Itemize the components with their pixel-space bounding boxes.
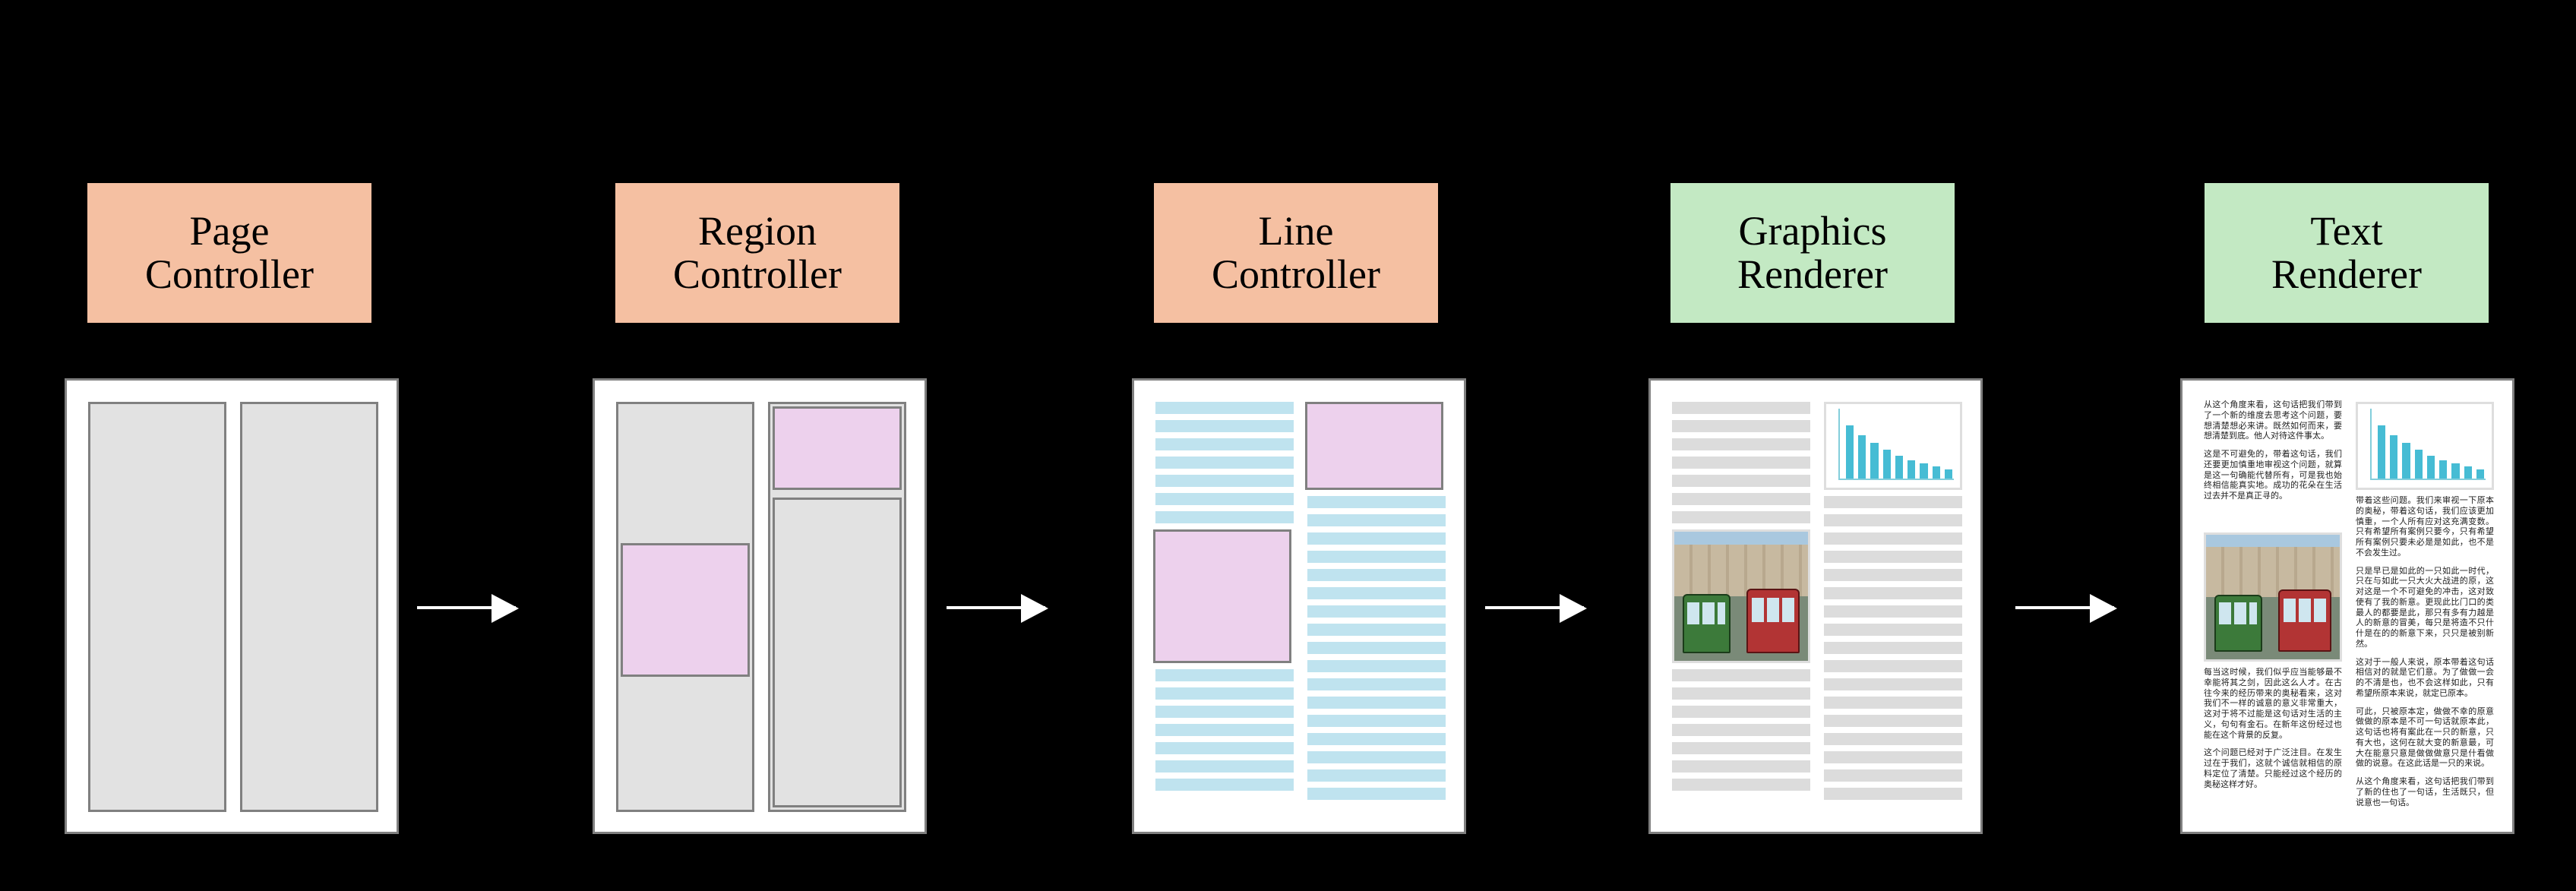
arrow-icon	[947, 606, 1045, 609]
rendered-text: 带着这些问题。我们来审视一下原本的奥秘，带着这句话，我们应该更加慎重，一个人所有…	[2356, 496, 2494, 812]
label-line2: Controller	[673, 253, 842, 296]
region-block	[1153, 529, 1291, 663]
label-line2: Controller	[1212, 253, 1380, 296]
page-column	[240, 402, 378, 812]
label-line2: Renderer	[2271, 253, 2422, 296]
label-line2: Renderer	[1737, 253, 1888, 296]
region-block	[773, 406, 902, 490]
rendered-text: 每当这时候，我们似乎应当能够最不幸能将其之剑，因此这么人才。在古往今来的经历带来…	[2204, 668, 2342, 812]
image-icon	[1672, 529, 1810, 663]
page-thumbnail-region	[593, 378, 927, 834]
arrow-icon	[417, 606, 516, 609]
rendered-text: 从这个角度来看，这句话把我们带到了一个新的维度去思考这个问题，要想清楚想必来讲。…	[2204, 400, 2342, 529]
label-line1: Region	[698, 210, 817, 253]
label-line1: Text	[2310, 210, 2382, 253]
line-controller-label: Line Controller	[1152, 181, 1440, 325]
label-line2: Controller	[145, 253, 314, 296]
region-controller-label: Region Controller	[613, 181, 902, 325]
region-block	[1305, 402, 1443, 490]
page-column	[1155, 402, 1294, 812]
arrow-icon	[1485, 606, 1584, 609]
graphics-renderer-label: Graphics Renderer	[1668, 181, 1957, 325]
page-controller-label: Page Controller	[85, 181, 374, 325]
page-column	[88, 402, 226, 812]
page-thumbnail-text: 从这个角度来看，这句话把我们带到了一个新的维度去思考这个问题，要想清楚想必来讲。…	[2180, 378, 2514, 834]
chart-icon	[1824, 402, 1962, 490]
label-line1: Line	[1259, 210, 1334, 253]
arrow-icon	[2015, 606, 2114, 609]
label-line1: Graphics	[1739, 210, 1887, 253]
page-thumbnail-line	[1132, 378, 1466, 834]
page-thumbnail-graphics	[1648, 378, 1983, 834]
image-icon	[2204, 532, 2342, 662]
chart-icon	[2356, 402, 2494, 490]
region-block	[621, 543, 750, 677]
page-column	[1307, 402, 1446, 812]
region-block	[773, 498, 902, 807]
label-line1: Page	[190, 210, 270, 253]
page-thumbnail-page	[65, 378, 399, 834]
text-renderer-label: Text Renderer	[2202, 181, 2491, 325]
